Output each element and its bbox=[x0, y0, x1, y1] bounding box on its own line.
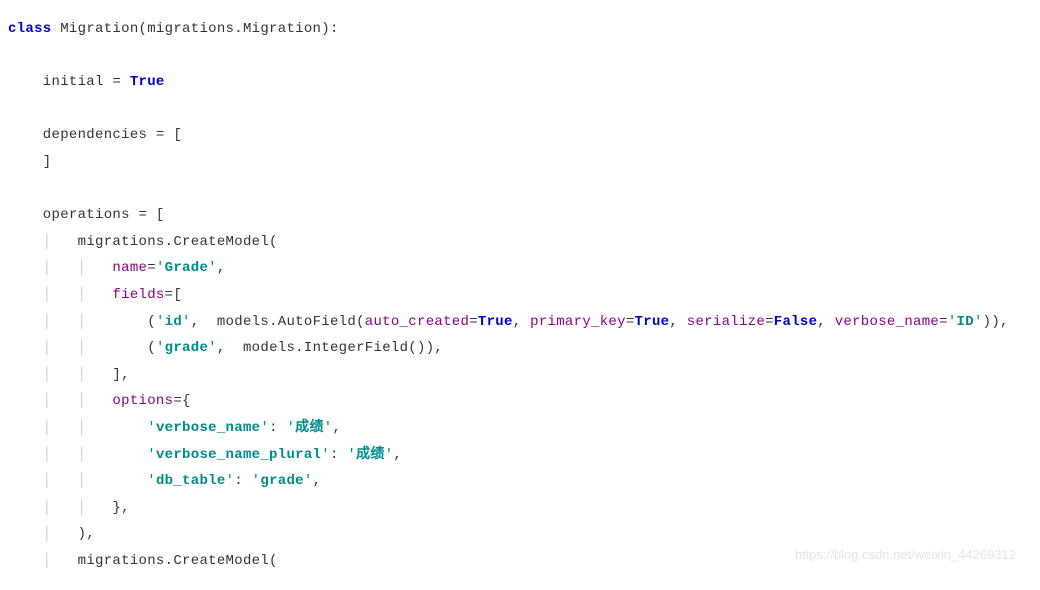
comma-sp: , bbox=[817, 314, 834, 330]
param-options: options bbox=[112, 393, 173, 409]
quote: ' bbox=[974, 314, 983, 330]
close-model: ), bbox=[78, 526, 95, 542]
bool-false: False bbox=[774, 314, 818, 330]
quote: ' bbox=[304, 473, 313, 489]
paren-open: ( bbox=[147, 314, 156, 330]
eq: = bbox=[939, 314, 948, 330]
colon: : bbox=[330, 447, 347, 463]
quote: ' bbox=[156, 314, 165, 330]
comma-sp: , bbox=[669, 314, 686, 330]
eq: = bbox=[626, 314, 635, 330]
quote: ' bbox=[347, 447, 356, 463]
paren-open: ( bbox=[147, 340, 156, 356]
string-grade-field: grade bbox=[165, 340, 209, 356]
quote: ' bbox=[321, 447, 330, 463]
comma: , bbox=[217, 260, 226, 276]
string-id: id bbox=[165, 314, 182, 330]
bool-true: True bbox=[635, 314, 670, 330]
indent-guide: │ bbox=[8, 234, 78, 250]
quote: ' bbox=[286, 420, 295, 436]
keyword-class: class bbox=[8, 21, 52, 37]
comma: , bbox=[332, 420, 341, 436]
models-int: models.IntegerField()), bbox=[234, 340, 443, 356]
comma: , bbox=[313, 473, 322, 489]
comma: , bbox=[121, 500, 130, 516]
comma: , bbox=[393, 447, 402, 463]
create-model-call: migrations.CreateModel( bbox=[78, 234, 278, 250]
indent-guide: │ bbox=[8, 553, 78, 569]
quote: ' bbox=[260, 420, 269, 436]
brace-open: { bbox=[182, 393, 191, 409]
param-fields: fields bbox=[112, 287, 164, 303]
bool-true: True bbox=[130, 74, 165, 90]
comma-sp: , bbox=[513, 314, 530, 330]
quote: ' bbox=[208, 340, 217, 356]
quote: ' bbox=[147, 447, 156, 463]
indent-guide: │ bbox=[8, 526, 78, 542]
option-key-vnp: verbose_name_plural bbox=[156, 447, 321, 463]
option-val-grade: grade bbox=[260, 473, 304, 489]
watermark: https://blog.csdn.net/weixin_44269312 bbox=[795, 543, 1016, 568]
colon: : bbox=[234, 473, 251, 489]
param-name: name bbox=[112, 260, 147, 276]
param-verbose-name: verbose_name bbox=[835, 314, 939, 330]
string-grade: Grade bbox=[165, 260, 209, 276]
comma: , bbox=[121, 367, 130, 383]
option-key-dbt: db_table bbox=[156, 473, 226, 489]
comma-sp: , bbox=[191, 314, 208, 330]
quote: ' bbox=[182, 314, 191, 330]
quote: ' bbox=[156, 340, 165, 356]
deps-close: ] bbox=[8, 154, 52, 170]
bracket-open: [ bbox=[173, 287, 182, 303]
param-primary-key: primary_key bbox=[530, 314, 626, 330]
class-decl: Migration(migrations.Migration): bbox=[52, 21, 339, 37]
indent-guide: │ │ bbox=[8, 393, 112, 409]
brace-close: } bbox=[112, 500, 121, 516]
eq: = bbox=[469, 314, 478, 330]
option-val-score: 成绩 bbox=[356, 447, 385, 463]
create-model-2: migrations.CreateModel( bbox=[78, 553, 278, 569]
indent-guide: │ │ bbox=[8, 473, 112, 489]
indent-guide: │ │ bbox=[8, 314, 112, 330]
quote: ' bbox=[147, 473, 156, 489]
option-val-score: 成绩 bbox=[295, 420, 324, 436]
quote: ' bbox=[226, 473, 235, 489]
indent-guide: │ │ bbox=[8, 500, 112, 516]
indent-guide: │ │ bbox=[8, 260, 112, 276]
indent-guide: │ │ bbox=[8, 287, 112, 303]
quote: ' bbox=[156, 260, 165, 276]
indent-guide: │ │ bbox=[8, 340, 112, 356]
bool-true: True bbox=[478, 314, 513, 330]
string-id-upper: ID bbox=[957, 314, 974, 330]
ops-open: operations = [ bbox=[8, 207, 165, 223]
models-auto: models.AutoField( bbox=[208, 314, 365, 330]
eq: = bbox=[147, 260, 156, 276]
option-key-vn: verbose_name bbox=[156, 420, 260, 436]
initial-lhs: initial = bbox=[8, 74, 130, 90]
bracket-close: ] bbox=[112, 367, 121, 383]
param-serialize: serialize bbox=[687, 314, 765, 330]
indent-guide: │ │ bbox=[8, 447, 112, 463]
eq: = bbox=[173, 393, 182, 409]
indent-guide: │ │ bbox=[8, 367, 112, 383]
quote: ' bbox=[147, 420, 156, 436]
close-pp: )), bbox=[983, 314, 1009, 330]
eq: = bbox=[765, 314, 774, 330]
indent-guide: │ │ bbox=[8, 420, 112, 436]
quote: ' bbox=[208, 260, 217, 276]
quote: ' bbox=[948, 314, 957, 330]
deps-open: dependencies = [ bbox=[8, 127, 182, 143]
code-block: class Migration(migrations.Migration): i… bbox=[8, 16, 1032, 574]
param-auto-created: auto_created bbox=[365, 314, 469, 330]
comma-sp: , bbox=[217, 340, 234, 356]
colon: : bbox=[269, 420, 286, 436]
